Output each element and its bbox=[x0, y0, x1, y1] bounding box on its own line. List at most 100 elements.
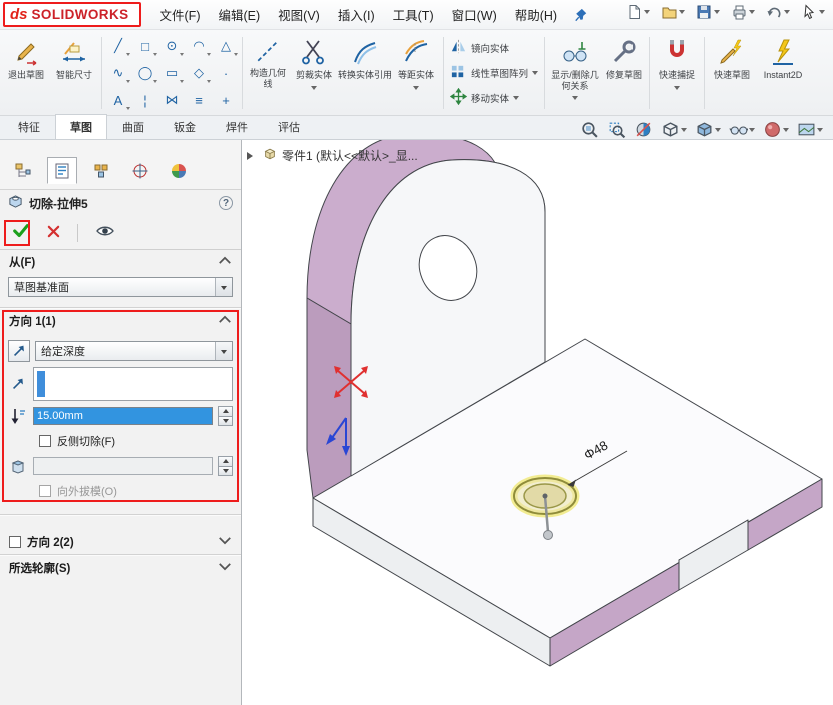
tab-surfaces[interactable]: 曲面 bbox=[107, 114, 159, 139]
menu-window[interactable]: 窗口(W) bbox=[443, 0, 506, 29]
mirror-entities-button[interactable]: 镜向实体 bbox=[450, 38, 538, 58]
section-label: 从(F) bbox=[9, 254, 35, 270]
print-button[interactable] bbox=[731, 4, 755, 20]
dimxpert-manager-tab[interactable] bbox=[125, 157, 155, 184]
dropdown-button[interactable] bbox=[215, 278, 232, 296]
tab-weldments[interactable]: 焊件 bbox=[211, 114, 263, 139]
sketch-tool-offset[interactable]: ≡ bbox=[186, 87, 212, 113]
draft-angle-field[interactable] bbox=[33, 457, 213, 475]
spinner-down-button[interactable] bbox=[218, 417, 233, 427]
trim-entities-button[interactable]: 剪裁实体 bbox=[290, 33, 338, 113]
spinner-up-button[interactable] bbox=[218, 456, 233, 467]
convert-entities-button[interactable]: 转换实体引用 bbox=[338, 33, 392, 113]
arc-icon: ◠ bbox=[193, 38, 204, 54]
display-manager-tab[interactable] bbox=[164, 157, 194, 184]
hide-show-items-button[interactable] bbox=[729, 120, 755, 139]
smart-dimension-button[interactable]: 智能尺寸 bbox=[50, 33, 98, 113]
sketch-tool-fillet[interactable]: ◇ bbox=[186, 60, 212, 86]
button-label: 剪裁实体 bbox=[296, 70, 332, 80]
tab-sketch[interactable]: 草图 bbox=[55, 114, 107, 139]
section-view-button[interactable] bbox=[634, 120, 653, 139]
linear-sketch-pattern-button[interactable]: 线性草图阵列 bbox=[450, 63, 538, 83]
reverse-direction-button[interactable] bbox=[8, 340, 30, 362]
sketch-tool-line[interactable]: ╱ bbox=[105, 33, 131, 59]
new-document-button[interactable] bbox=[626, 4, 650, 20]
zoom-area-button[interactable] bbox=[607, 120, 626, 139]
edit-appearance-button[interactable] bbox=[763, 120, 789, 139]
quick-snaps-button[interactable]: 快速捕捉 bbox=[653, 33, 701, 113]
breadcrumb[interactable]: 零件1 (默认<<默认>_显... bbox=[247, 147, 418, 164]
graphics-area[interactable]: 零件1 (默认<<默认>_显... Φ48 bbox=[242, 140, 833, 705]
save-button[interactable] bbox=[696, 4, 720, 20]
dropdown-button[interactable] bbox=[215, 342, 232, 360]
sketch-tool-centerline[interactable]: ¦ bbox=[132, 87, 158, 113]
sketch-tool-trim[interactable]: + bbox=[213, 87, 239, 113]
direction-reference-box[interactable] bbox=[33, 367, 233, 401]
depth-field[interactable]: 15.00mm bbox=[33, 407, 213, 425]
model-face-plate-left[interactable] bbox=[307, 298, 351, 498]
sketch-tool-arc[interactable]: ◠ bbox=[186, 33, 212, 59]
section-from[interactable]: 从(F) bbox=[0, 250, 241, 274]
drag-handle[interactable] bbox=[544, 531, 553, 540]
display-delete-relations-button[interactable]: 显示/删除几何关系 bbox=[548, 33, 602, 113]
repair-sketch-button[interactable]: 修复草图 bbox=[602, 33, 646, 113]
direction2-checkbox[interactable] bbox=[9, 536, 21, 548]
undo-button[interactable] bbox=[766, 4, 790, 20]
tab-features[interactable]: 特征 bbox=[3, 114, 55, 139]
open-button[interactable] bbox=[661, 4, 685, 20]
triangle-up-icon bbox=[223, 406, 229, 413]
menu-file[interactable]: 文件(F) bbox=[151, 0, 210, 29]
feature-manager-tab[interactable] bbox=[8, 157, 38, 184]
section-selected-contours[interactable]: 所选轮廓(S) bbox=[0, 556, 241, 580]
sketch-tool-mirror[interactable]: ⋈ bbox=[159, 87, 185, 113]
zoom-fit-button[interactable] bbox=[580, 120, 599, 139]
tab-evaluate[interactable]: 评估 bbox=[263, 114, 315, 139]
start-condition-dropdown[interactable]: 草图基准面 bbox=[8, 277, 233, 297]
construction-geometry-button[interactable]: 构造几何线 bbox=[246, 33, 290, 113]
section-direction1[interactable]: 方向 1(1) bbox=[0, 309, 241, 333]
dropdown-caret bbox=[783, 128, 789, 135]
cancel-button[interactable] bbox=[47, 225, 60, 241]
menu-tools[interactable]: 工具(T) bbox=[384, 0, 443, 29]
select-cursor-button[interactable] bbox=[801, 4, 825, 20]
sketch-tool-slot[interactable]: ▭ bbox=[159, 60, 185, 86]
display-style-button[interactable] bbox=[695, 120, 721, 139]
instant2d-button[interactable]: Instant2D bbox=[756, 33, 810, 113]
dropdown-caret bbox=[311, 86, 317, 93]
offset-entities-button[interactable]: 等距实体 bbox=[392, 33, 440, 113]
exit-sketch-button[interactable]: 退出草图 bbox=[2, 33, 50, 113]
tab-sheet-metal[interactable]: 钣金 bbox=[159, 114, 211, 139]
menu-view[interactable]: 视图(V) bbox=[269, 0, 329, 29]
model-viewport[interactable]: Φ48 bbox=[242, 140, 833, 705]
view-orientation-button[interactable] bbox=[661, 120, 687, 139]
ok-button[interactable] bbox=[12, 222, 30, 243]
sketch-tool-spline[interactable]: ∿ bbox=[105, 60, 131, 86]
pin-menu-icon[interactable] bbox=[574, 8, 588, 22]
sketch-tool-circle[interactable]: ⊙ bbox=[159, 33, 185, 59]
spinner-up-button[interactable] bbox=[218, 406, 233, 417]
help-icon[interactable]: ? bbox=[219, 196, 233, 210]
sketch-tool-polygon[interactable]: △ bbox=[213, 33, 239, 59]
move-entities-button[interactable]: 移动实体 bbox=[450, 88, 538, 108]
depth-spinner[interactable] bbox=[218, 406, 233, 426]
menu-insert[interactable]: 插入(I) bbox=[329, 0, 384, 29]
apply-scene-button[interactable] bbox=[797, 120, 823, 139]
property-manager-tab[interactable] bbox=[47, 157, 77, 184]
configuration-manager-tab[interactable] bbox=[86, 157, 116, 184]
sketch-tool-text[interactable]: A bbox=[105, 87, 131, 113]
flip-side-checkbox[interactable] bbox=[39, 435, 51, 447]
flyout-tree-arrow-icon[interactable] bbox=[247, 152, 257, 160]
sketch-tool-ellipse[interactable]: ◯ bbox=[132, 60, 158, 86]
rapid-sketch-button[interactable]: 快速草图 bbox=[708, 33, 756, 113]
menu-help[interactable]: 帮助(H) bbox=[506, 0, 566, 29]
menu-edit[interactable]: 编辑(E) bbox=[209, 0, 269, 29]
end-condition-dropdown[interactable]: 给定深度 bbox=[35, 341, 233, 361]
draft-outward-checkbox[interactable] bbox=[39, 485, 51, 497]
sketch-tool-rectangle[interactable]: □ bbox=[132, 33, 158, 59]
ribbon-separator bbox=[544, 37, 545, 109]
sketch-tool-point[interactable]: · bbox=[213, 60, 239, 86]
spinner-down-button[interactable] bbox=[218, 467, 233, 477]
section-direction2[interactable]: 方向 2(2) bbox=[0, 530, 241, 554]
preview-eye-button[interactable] bbox=[95, 224, 115, 241]
draft-spinner[interactable] bbox=[218, 456, 233, 476]
